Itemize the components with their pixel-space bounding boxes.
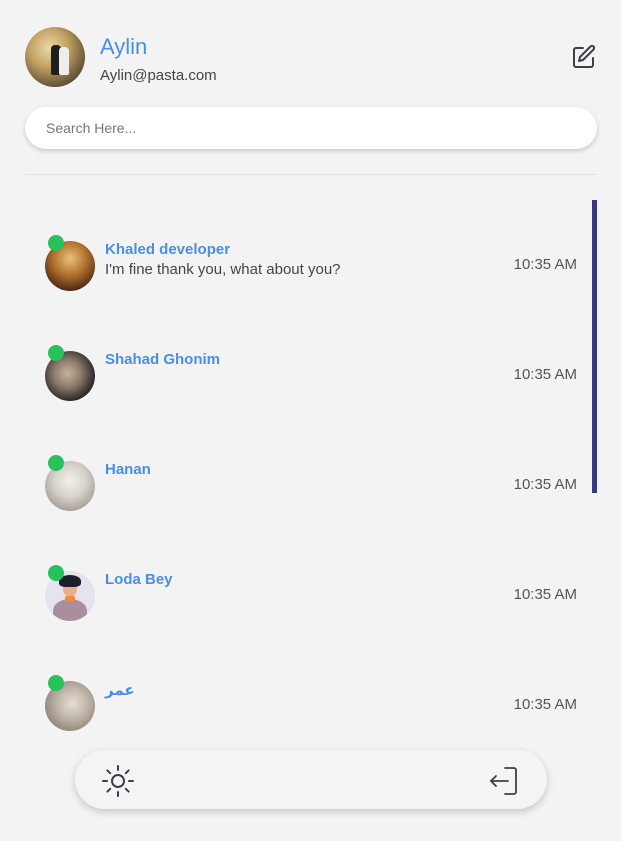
message-time: 10:35 AM xyxy=(513,476,577,493)
chat-item[interactable]: Shahad Ghonim 10:35 AM xyxy=(45,345,577,411)
chat-item[interactable]: Khaled developer I'm fine thank you, wha… xyxy=(45,235,577,301)
sun-icon[interactable] xyxy=(101,764,135,798)
profile-header: Aylin Aylin@pasta.com xyxy=(25,27,597,89)
contact-name: Hanan xyxy=(105,461,151,478)
avatar-figure xyxy=(59,47,69,75)
divider xyxy=(25,174,597,175)
edit-icon[interactable] xyxy=(571,44,597,70)
search-input[interactable] xyxy=(25,107,576,149)
logout-icon[interactable] xyxy=(487,764,521,798)
online-status-dot xyxy=(48,455,64,471)
avatar-body xyxy=(53,599,87,621)
chat-item[interactable]: Loda Bey 10:35 AM xyxy=(45,565,577,631)
avatar-bowtie xyxy=(65,596,75,601)
contact-name: Khaled developer xyxy=(105,241,231,258)
search-box xyxy=(25,107,597,149)
chat-item[interactable]: عمر 10:35 AM xyxy=(45,675,577,741)
online-status-dot xyxy=(48,675,64,691)
online-status-dot xyxy=(48,235,64,251)
profile-email: Aylin@pasta.com xyxy=(100,67,217,84)
message-time: 10:35 AM xyxy=(513,366,577,383)
contact-name: عمر xyxy=(105,682,135,699)
last-message: I'm fine thank you, what about you? xyxy=(105,261,341,278)
chat-item[interactable]: Hanan 10:35 AM xyxy=(45,455,577,521)
message-time: 10:35 AM xyxy=(513,586,577,603)
message-time: 10:35 AM xyxy=(513,256,577,273)
profile-avatar[interactable] xyxy=(25,27,85,87)
bottom-bar xyxy=(75,750,547,809)
scrollbar-thumb[interactable] xyxy=(592,200,597,493)
contact-name: Shahad Ghonim xyxy=(105,351,221,368)
profile-name: Aylin xyxy=(100,34,148,59)
message-time: 10:35 AM xyxy=(513,696,577,713)
online-status-dot xyxy=(48,565,64,581)
contact-name: Loda Bey xyxy=(105,571,173,588)
online-status-dot xyxy=(48,345,64,361)
